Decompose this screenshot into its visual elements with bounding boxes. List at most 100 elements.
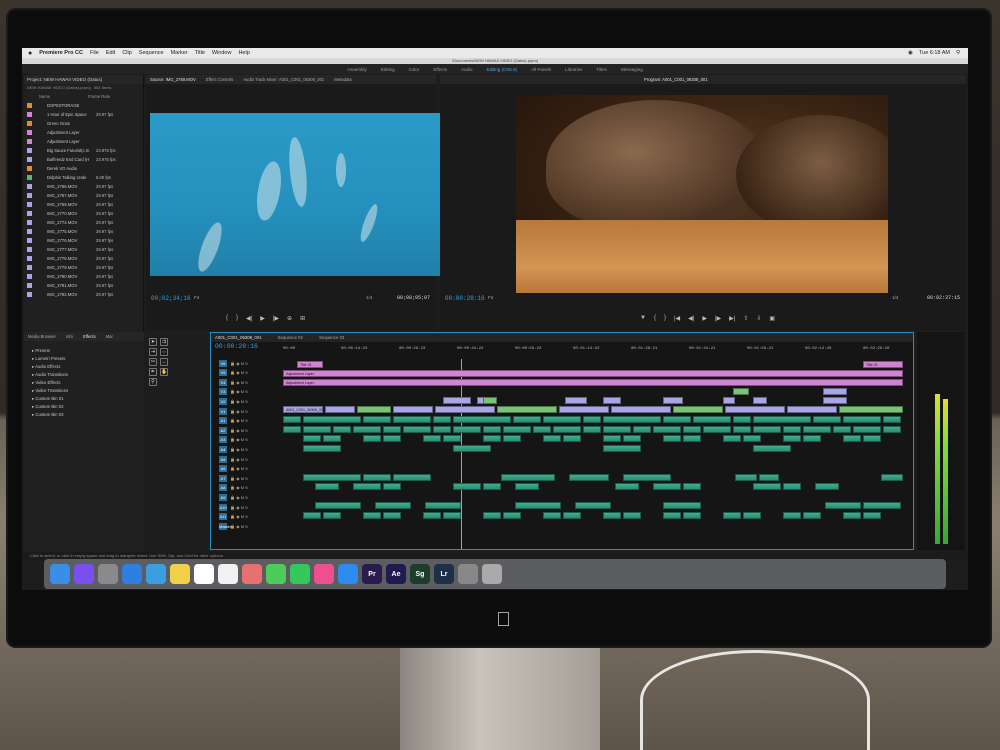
spotlight-icon[interactable]: ⚲ xyxy=(956,50,960,56)
timeline-clip[interactable] xyxy=(603,397,621,404)
track-header[interactable]: Master 🔒 ◉ M S xyxy=(211,522,283,530)
timeline-clip[interactable] xyxy=(725,406,785,413)
overwrite-icon[interactable]: ⊞ xyxy=(300,315,305,322)
source-video-frame[interactable] xyxy=(150,113,440,276)
timeline-clip[interactable] xyxy=(543,416,581,423)
track-target[interactable]: A4 xyxy=(219,445,227,453)
workspace-audio[interactable]: Audio xyxy=(461,67,473,72)
timeline-clip[interactable] xyxy=(483,512,501,519)
timeline-clip[interactable] xyxy=(543,435,561,443)
timeline-clip[interactable] xyxy=(357,406,391,413)
timeline-clip[interactable] xyxy=(603,512,621,519)
timeline-clip[interactable] xyxy=(303,444,341,452)
timeline-clip[interactable] xyxy=(515,483,539,491)
project-item[interactable]: IMG_2775.MOV 29.97 fps xyxy=(24,227,143,236)
timeline-clip[interactable] xyxy=(363,512,381,519)
timeline-clip[interactable] xyxy=(733,416,751,423)
timeline-clip[interactable] xyxy=(703,425,731,433)
timeline-clip[interactable] xyxy=(433,416,451,423)
slip-tool-icon[interactable]: ↔ xyxy=(160,358,168,366)
timeline-clip[interactable] xyxy=(603,416,661,423)
track-target[interactable]: V4 xyxy=(219,378,227,386)
tab-source[interactable]: Source: IMG_2769.MOV xyxy=(150,77,196,82)
timeline-clip[interactable] xyxy=(783,483,801,491)
project-item[interactable]: IMG_2778.MOV 29.97 fps xyxy=(24,254,143,263)
track-header[interactable]: V4 🔒 ◉ M S xyxy=(211,378,283,386)
program-resolution-select[interactable]: 1/4 xyxy=(892,295,898,300)
play-icon[interactable]: ▶ xyxy=(260,315,265,322)
timeline-clip[interactable] xyxy=(315,502,361,510)
timeline-clip[interactable] xyxy=(863,512,881,519)
timeline-clip[interactable] xyxy=(423,435,441,443)
timeline-clip[interactable] xyxy=(815,483,839,491)
timeline-clip[interactable] xyxy=(663,397,683,404)
timeline-clip[interactable] xyxy=(497,406,557,413)
track-target[interactable]: V6 xyxy=(219,359,227,367)
dock-icon-settings[interactable] xyxy=(458,564,478,584)
timeline-clip[interactable] xyxy=(569,473,609,481)
timeline-clip[interactable] xyxy=(881,473,903,481)
timeline-clip[interactable]: Adjustment Layer xyxy=(283,370,903,377)
insert-icon[interactable]: ⊕ xyxy=(287,315,292,322)
menu-file[interactable]: File xyxy=(90,50,99,56)
lift-icon[interactable]: ⇧ xyxy=(743,315,748,322)
track-target[interactable]: A7 xyxy=(219,474,227,482)
timeline-clip[interactable] xyxy=(383,512,401,519)
track-controls-icon[interactable]: 🔒 ◉ M S xyxy=(230,495,248,500)
timeline-clip[interactable] xyxy=(303,425,331,433)
timeline-clip[interactable] xyxy=(443,397,471,404)
timeline-clip[interactable] xyxy=(383,425,401,433)
project-item[interactable]: Bufferedz End Card (H 23.976 fps xyxy=(24,155,143,164)
workspace-all-panels[interactable]: All Panels xyxy=(531,67,551,72)
timeline-clip[interactable] xyxy=(863,502,901,510)
go-to-out-icon[interactable]: ▶| xyxy=(729,315,735,322)
tab-markers[interactable]: Mar xyxy=(106,334,113,339)
dock-icon-lightroom[interactable]: Lr xyxy=(434,564,454,584)
track-header[interactable]: A3 🔒 ◉ M S xyxy=(211,436,283,444)
dock-icon-messages[interactable] xyxy=(266,564,286,584)
source-timecode[interactable]: 00;02;34;16 xyxy=(151,295,191,302)
project-item[interactable]: Big Sauce Futurist(c.m 23.976 fps xyxy=(24,146,143,155)
timeline-clip[interactable] xyxy=(653,483,681,491)
track-controls-icon[interactable]: 🔒 ◉ M S xyxy=(230,380,248,385)
track-header[interactable]: A11 🔒 ◉ M S xyxy=(211,513,283,521)
track-header[interactable]: V2 🔒 ◉ M S xyxy=(211,397,283,405)
timeline-clip[interactable] xyxy=(823,397,847,404)
dock-icon-itunes[interactable] xyxy=(314,564,334,584)
timeline-clip[interactable] xyxy=(683,425,701,433)
playhead[interactable] xyxy=(461,359,462,549)
apple-menu-icon[interactable]: ● xyxy=(28,50,32,57)
project-item[interactable]: IMG_2779.MOV 29.97 fps xyxy=(24,263,143,272)
timeline-clip[interactable] xyxy=(283,425,301,433)
track-target[interactable]: A6 xyxy=(219,465,227,473)
timeline-clip[interactable]: A001_C001_06308_001 xyxy=(283,406,323,413)
ripple-edit-tool-icon[interactable]: ⇥ xyxy=(149,348,157,356)
timeline-clip[interactable] xyxy=(723,512,741,519)
track-header[interactable]: A4 🔒 ◉ M S xyxy=(211,445,283,453)
timeline-clip[interactable] xyxy=(553,425,581,433)
timeline-clip[interactable] xyxy=(503,435,521,443)
effects-folder[interactable]: ▸ Video Transitions xyxy=(24,387,144,395)
track-target[interactable]: A5 xyxy=(219,455,227,463)
timeline-clip[interactable] xyxy=(435,406,495,413)
project-item[interactable]: IMG_2780.MOV 29.97 fps xyxy=(24,272,143,281)
track-target[interactable]: A9 xyxy=(219,493,227,501)
timeline-clip[interactable] xyxy=(443,435,461,443)
wifi-icon[interactable]: ◉ xyxy=(908,50,913,56)
step-back-icon[interactable]: ◀| xyxy=(246,315,252,322)
project-item[interactable]: IMG_2767.MOV 29.97 fps xyxy=(24,191,143,200)
step-forward-icon[interactable]: |▶ xyxy=(715,315,721,322)
track-controls-icon[interactable]: 🔒 ◉ M S xyxy=(230,485,248,490)
tab-audio-track-mixer[interactable]: Audio Track Mixer: A001_C001_06308_001 xyxy=(243,77,324,82)
timeline-clip[interactable] xyxy=(623,473,671,481)
tab-sequence-2[interactable]: Sequence 02 xyxy=(278,335,303,340)
tab-sequence-3[interactable]: Sequence 03 xyxy=(319,335,344,340)
project-item[interactable]: IMG_2777.MOV 29.97 fps xyxy=(24,245,143,254)
track-header[interactable]: A7 🔒 ◉ M S xyxy=(211,474,283,482)
timeline-clip[interactable] xyxy=(353,483,381,491)
timeline-clip[interactable] xyxy=(813,416,841,423)
timeline-clip[interactable] xyxy=(453,483,481,491)
track-header[interactable]: V1 🔒 ◉ M S xyxy=(211,407,283,415)
menu-marker[interactable]: Marker xyxy=(171,50,188,56)
hand-tool-icon[interactable]: ✋ xyxy=(160,368,168,376)
